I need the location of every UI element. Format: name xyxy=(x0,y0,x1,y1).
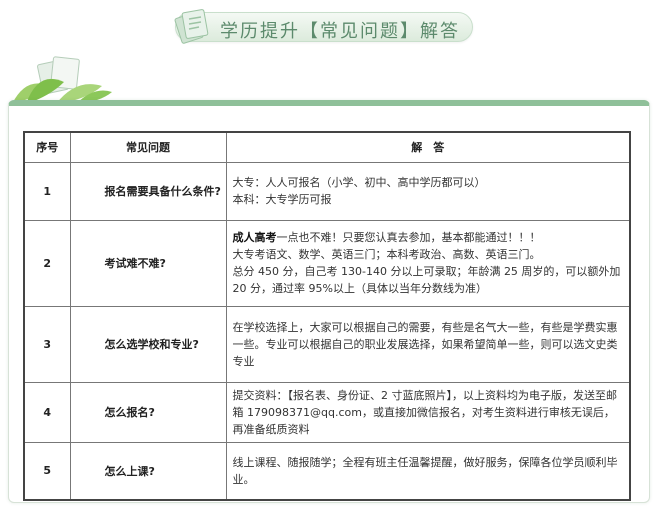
answer-line: 总分 450 分，自己考 130-140 分以上可录取；年龄满 25 周岁的，可… xyxy=(232,265,621,295)
row-question: 考试难不难? xyxy=(69,219,227,307)
row-question: 怎么上课? xyxy=(69,441,227,501)
row-answer: 在学校选择上，大家可以根据自己的需要，有些是名气大一些，有些是学费实惠一些。专业… xyxy=(225,305,631,383)
table-row: 4 怎么报名? 提交资料：【报名表、身份证、2 寸蓝底照片】，以上资料均为电子版… xyxy=(23,381,631,443)
title-banner: 学历提升【常见问题】解答 xyxy=(174,9,473,44)
row-answer: 大专：人人可报名（小学、初中、高中学历都可以） 本科：大专学历可报 xyxy=(225,161,631,221)
answer-line: 线上课程、随报随学；全程有班主任温馨提醒，做好服务，保障各位学员顺利毕业。 xyxy=(232,455,618,486)
row-number: 5 xyxy=(23,441,71,501)
table-row: 5 怎么上课? 线上课程、随报随学；全程有班主任温馨提醒，做好服务，保障各位学员… xyxy=(23,441,631,501)
table-row: 3 怎么选学校和专业? 在学校选择上，大家可以根据自己的需要，有些是名气大一些，… xyxy=(23,305,631,383)
row-question: 报名需要具备什么条件? xyxy=(69,161,227,221)
row-question: 怎么报名? xyxy=(69,381,227,443)
answer-line: 大专：人人可报名（小学、初中、高中学历都可以） xyxy=(232,176,486,189)
row-answer: 线上课程、随报随学；全程有班主任温馨提醒，做好服务，保障各位学员顺利毕业。 xyxy=(225,441,631,501)
table-header-row: 序号 常见问题 解 答 xyxy=(23,131,631,163)
answer-bold-lead: 成人高考 xyxy=(232,231,277,244)
answer-first-rest: 一点也不难！只要您认真去参加，基本都能通过！！！ xyxy=(276,231,541,244)
row-number: 2 xyxy=(23,219,71,307)
table-row: 1 报名需要具备什么条件? 大专：人人可报名（小学、初中、高中学历都可以） 本科… xyxy=(23,161,631,221)
answer-line: 在学校选择上，大家可以根据自己的需要，有些是名气大一些，有些是学费实惠一些。专业… xyxy=(232,320,618,368)
row-number: 4 xyxy=(23,381,71,443)
faq-panel: 序号 常见问题 解 答 1 报名需要具备什么条件? 大专：人人可报名（小学、初中… xyxy=(8,100,650,503)
header-number: 序号 xyxy=(23,131,71,163)
header-answer: 解 答 xyxy=(225,131,631,163)
table-row: 2 考试难不难? 成人高考一点也不难！只要您认真去参加，基本都能通过！！！ 大专… xyxy=(23,219,631,307)
row-number: 3 xyxy=(23,305,71,383)
answer-line: 大专考语文、数学、英语三门；本科考政治、高数、英语三门。 xyxy=(232,248,541,261)
answer-line: 提交资料：【报名表、身份证、2 寸蓝底照片】，以上资料均为电子版，发送至邮箱 1… xyxy=(232,388,618,436)
page: 学历提升【常见问题】解答 序号 常见问题 解 答 1 报名需要具备什么条件? 大… xyxy=(0,0,660,520)
answer-line: 成人高考一点也不难！只要您认真去参加，基本都能通过！！！ xyxy=(233,229,624,246)
row-number: 1 xyxy=(23,161,71,221)
row-answer: 成人高考一点也不难！只要您认真去参加，基本都能通过！！！ 大专考语文、数学、英语… xyxy=(225,219,631,307)
leaf-decoration-icon xyxy=(12,56,112,104)
answer-line: 本科：大专学历可报 xyxy=(232,193,332,206)
row-answer: 提交资料：【报名表、身份证、2 寸蓝底照片】，以上资料均为电子版，发送至邮箱 1… xyxy=(225,381,631,443)
header-question: 常见问题 xyxy=(69,131,227,163)
row-question: 怎么选学校和专业? xyxy=(69,305,227,383)
document-stack-icon xyxy=(174,9,209,44)
faq-table: 序号 常见问题 解 答 1 报名需要具备什么条件? 大专：人人可报名（小学、初中… xyxy=(23,131,631,501)
page-title: 学历提升【常见问题】解答 xyxy=(220,21,460,42)
